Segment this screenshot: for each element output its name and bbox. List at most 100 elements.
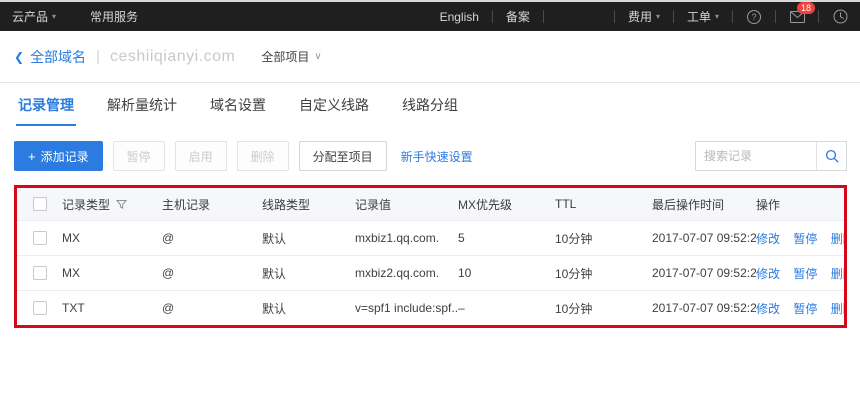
- message-count-badge: 18: [797, 2, 815, 14]
- pause-link[interactable]: 暂停: [793, 302, 817, 316]
- highlighted-records-table: 记录类型 主机记录 线路类型 记录值 MX优先级 TTL 最后操作时间 操作 M…: [14, 185, 847, 328]
- nav-cloud-products-label: 云产品: [12, 8, 48, 25]
- mx-priority: 5: [458, 231, 555, 245]
- divider: [732, 10, 733, 23]
- line-type: 默认: [262, 230, 355, 247]
- account-name-slot[interactable]: [557, 11, 601, 23]
- host-record: @: [162, 231, 262, 245]
- record-toolbar: + 添加记录 暂停 启用 删除 分配至项目 新手快速设置: [14, 141, 847, 171]
- search-button[interactable]: [816, 142, 846, 170]
- nav-english[interactable]: English: [440, 10, 479, 24]
- add-record-button[interactable]: + 添加记录: [14, 141, 103, 171]
- tab-line-groups[interactable]: 线路分组: [400, 83, 460, 126]
- pause-link[interactable]: 暂停: [793, 267, 817, 281]
- delete-link[interactable]: 删除: [831, 232, 844, 246]
- ttl-value: 10分钟: [555, 230, 652, 247]
- pause-link[interactable]: 暂停: [793, 232, 817, 246]
- row-actions: 修改 暂停 删除: [756, 230, 844, 247]
- history-clock-icon[interactable]: [832, 9, 848, 25]
- row-actions: 修改 暂停 删除: [756, 265, 844, 282]
- last-op-time: 2017-07-07 09:52:23: [652, 231, 756, 245]
- row-actions: 修改 暂停 删除: [756, 300, 844, 317]
- divider: [818, 10, 819, 23]
- record-type: TXT: [62, 301, 162, 315]
- select-all-checkbox[interactable]: [33, 197, 47, 211]
- host-record: @: [162, 301, 262, 315]
- assign-to-project-button[interactable]: 分配至项目: [299, 141, 387, 171]
- mx-priority: 10: [458, 266, 555, 280]
- tab-bar: 记录管理 解析量统计 域名设置 自定义线路 线路分组: [0, 83, 860, 126]
- delete-button[interactable]: 删除: [237, 141, 289, 171]
- caret-down-icon: ▾: [656, 13, 660, 21]
- col-last-op-time: 最后操作时间: [652, 196, 756, 213]
- help-icon[interactable]: ?: [746, 9, 762, 25]
- nav-tickets-label: 工单: [687, 8, 711, 25]
- delete-link[interactable]: 删除: [831, 267, 844, 281]
- nav-common-services[interactable]: 常用服务: [90, 8, 138, 25]
- col-ttl: TTL: [555, 197, 652, 211]
- record-value: mxbiz1.qq.com.: [355, 231, 458, 245]
- nav-beian[interactable]: 备案: [506, 8, 530, 25]
- nav-cloud-products[interactable]: 云产品 ▾: [12, 8, 56, 25]
- search-box: [695, 141, 847, 171]
- nav-common-services-label: 常用服务: [90, 8, 138, 25]
- pause-button[interactable]: 暂停: [113, 141, 165, 171]
- table-header: 记录类型 主机记录 线路类型 记录值 MX优先级 TTL 最后操作时间 操作: [17, 188, 844, 220]
- table-row: MX @ 默认 mxbiz1.qq.com. 5 10分钟 2017-07-07…: [17, 220, 844, 255]
- delete-link[interactable]: 删除: [831, 302, 844, 316]
- row-checkbox[interactable]: [33, 231, 47, 245]
- project-label: 全部项目: [261, 48, 309, 65]
- messages-icon[interactable]: 18: [789, 9, 805, 25]
- ttl-value: 10分钟: [555, 300, 652, 317]
- tab-record-management[interactable]: 记录管理: [16, 83, 76, 126]
- divider: |: [96, 48, 100, 65]
- table-body: MX @ 默认 mxbiz1.qq.com. 5 10分钟 2017-07-07…: [17, 220, 844, 325]
- last-op-time: 2017-07-07 09:52:23: [652, 301, 756, 315]
- record-type: MX: [62, 266, 162, 280]
- col-line-type: 线路类型: [262, 196, 355, 213]
- nav-tickets[interactable]: 工单 ▾: [687, 8, 719, 25]
- mx-priority: –: [458, 301, 555, 315]
- chevron-left-icon: ❮: [14, 50, 24, 64]
- record-value: mxbiz2.qq.com.: [355, 266, 458, 280]
- col-actions: 操作: [756, 196, 844, 213]
- tab-custom-lines[interactable]: 自定义线路: [297, 83, 371, 126]
- col-mx-priority: MX优先级: [458, 196, 555, 213]
- modify-link[interactable]: 修改: [756, 232, 780, 246]
- divider: [543, 10, 544, 23]
- nav-billing-label: 费用: [628, 8, 652, 25]
- topbar-right-group: English 备案 费用 ▾ 工单 ▾ ? 18: [440, 8, 848, 25]
- divider: [775, 10, 776, 23]
- tab-resolution-stats[interactable]: 解析量统计: [105, 83, 179, 126]
- enable-button[interactable]: 启用: [175, 141, 227, 171]
- line-type: 默认: [262, 300, 355, 317]
- record-type: MX: [62, 231, 162, 245]
- domain-name: ceshiiqianyi.com: [110, 48, 235, 66]
- col-record-type: 记录类型: [62, 196, 110, 213]
- project-selector[interactable]: 全部项目 ∨: [261, 48, 321, 65]
- row-checkbox[interactable]: [33, 301, 47, 315]
- divider: [614, 10, 615, 23]
- modify-link[interactable]: 修改: [756, 302, 780, 316]
- row-checkbox[interactable]: [33, 266, 47, 280]
- back-label: 全部域名: [30, 47, 86, 67]
- plus-icon: +: [28, 149, 36, 164]
- filter-icon[interactable]: [116, 199, 127, 210]
- divider: [673, 10, 674, 23]
- quick-setup-link[interactable]: 新手快速设置: [401, 148, 473, 165]
- record-value: v=spf1 include:spf....: [355, 301, 458, 315]
- col-record-value: 记录值: [355, 196, 458, 213]
- line-type: 默认: [262, 265, 355, 282]
- search-icon: [825, 149, 839, 163]
- caret-down-icon: ▾: [715, 13, 719, 21]
- back-to-all-domains-link[interactable]: ❮ 全部域名: [14, 47, 86, 67]
- last-op-time: 2017-07-07 09:52:25: [652, 266, 756, 280]
- host-record: @: [162, 266, 262, 280]
- nav-billing[interactable]: 费用 ▾: [628, 8, 660, 25]
- tab-domain-settings[interactable]: 域名设置: [208, 83, 268, 126]
- divider: [492, 10, 493, 23]
- search-input[interactable]: [696, 149, 816, 163]
- top-navigation-bar: 云产品 ▾ 常用服务 English 备案 费用 ▾ 工单 ▾ ?: [0, 2, 860, 31]
- modify-link[interactable]: 修改: [756, 267, 780, 281]
- breadcrumb: ❮ 全部域名 | ceshiiqianyi.com 全部项目 ∨: [0, 31, 860, 83]
